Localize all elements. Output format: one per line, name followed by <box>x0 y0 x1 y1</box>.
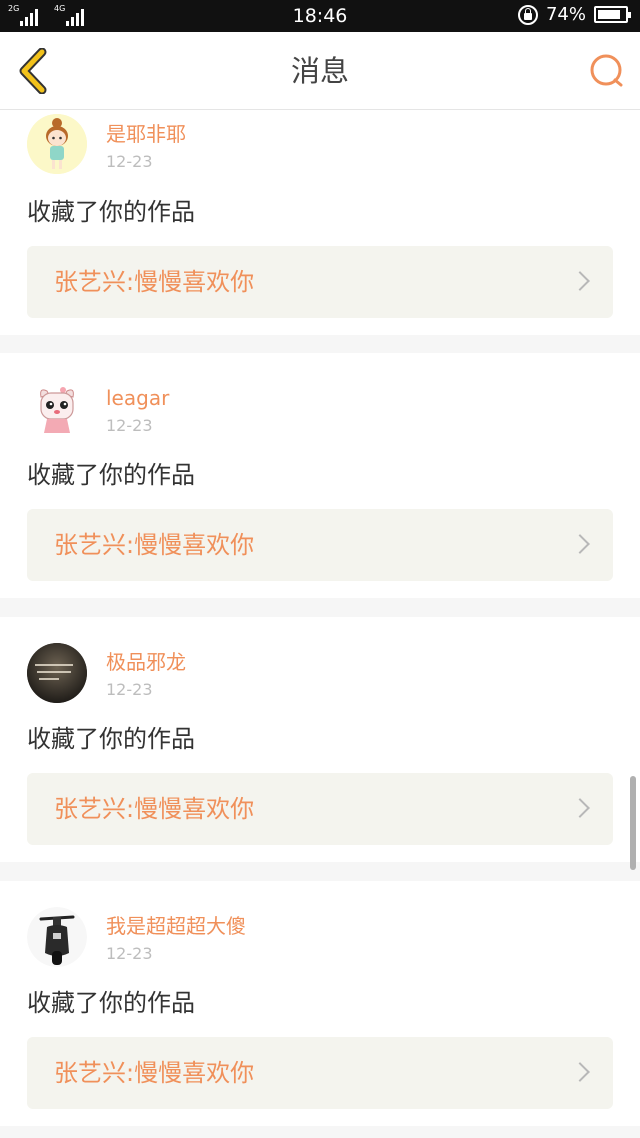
status-bar: 2G 4G 18:46 74% <box>0 0 640 32</box>
action-text: 收藏了你的作品 <box>27 725 195 753</box>
avatar-girl-image <box>27 114 87 174</box>
message-card: 极品邪龙 12-23 收藏了你的作品 张艺兴:慢慢喜欢你 <box>0 617 640 862</box>
message-date: 12-23 <box>106 416 153 435</box>
work-title: 张艺兴:慢慢喜欢你 <box>54 1059 255 1087</box>
username[interactable]: 是耶非耶 <box>106 121 186 147</box>
avatar[interactable] <box>27 379 87 439</box>
battery-icon <box>594 6 631 23</box>
app-header: 消息 <box>0 32 640 110</box>
chevron-left-icon <box>19 47 47 95</box>
search-button[interactable] <box>588 52 626 90</box>
work-title: 张艺兴:慢慢喜欢你 <box>54 795 255 823</box>
action-text: 收藏了你的作品 <box>27 198 195 226</box>
search-icon <box>590 54 623 87</box>
message-date: 12-23 <box>106 944 153 963</box>
message-card: 我是超超超大傻 12-23 收藏了你的作品 张艺兴:慢慢喜欢你 <box>0 881 640 1126</box>
chevron-right-icon <box>570 1062 590 1082</box>
avatar-cartoon-image <box>27 379 87 439</box>
work-title: 张艺兴:慢慢喜欢你 <box>54 268 255 296</box>
chevron-right-icon <box>570 798 590 818</box>
username[interactable]: leagar <box>106 385 169 411</box>
rotation-lock-icon <box>517 4 538 25</box>
page-title: 消息 <box>290 54 349 88</box>
username[interactable]: 极品邪龙 <box>106 649 186 675</box>
message-card: leagar 12-23 收藏了你的作品 张艺兴:慢慢喜欢你 <box>0 353 640 598</box>
message-feed[interactable]: 是耶非耶 12-23 收藏了你的作品 张艺兴:慢慢喜欢你 leagar 12-2… <box>0 110 640 1138</box>
action-text: 收藏了你的作品 <box>27 461 195 489</box>
action-text: 收藏了你的作品 <box>27 989 195 1017</box>
avatar-photo-image <box>27 643 87 703</box>
work-link[interactable]: 张艺兴:慢慢喜欢你 <box>27 509 613 581</box>
work-link[interactable]: 张艺兴:慢慢喜欢你 <box>27 246 613 318</box>
work-link[interactable]: 张艺兴:慢慢喜欢你 <box>27 1037 613 1109</box>
back-button[interactable] <box>14 47 54 95</box>
avatar[interactable] <box>27 907 87 967</box>
username[interactable]: 我是超超超大傻 <box>106 913 246 939</box>
chevron-right-icon <box>570 534 590 554</box>
avatar[interactable] <box>27 643 87 703</box>
work-title: 张艺兴:慢慢喜欢你 <box>54 531 255 559</box>
work-link[interactable]: 张艺兴:慢慢喜欢你 <box>27 773 613 845</box>
scrollbar[interactable] <box>630 776 636 870</box>
chevron-right-icon <box>570 271 590 291</box>
battery-percent: 74% <box>545 4 586 25</box>
message-date: 12-23 <box>106 680 153 699</box>
message-card: 是耶非耶 12-23 收藏了你的作品 张艺兴:慢慢喜欢你 <box>0 110 640 335</box>
avatar[interactable] <box>27 114 87 174</box>
message-date: 12-23 <box>106 152 153 171</box>
avatar-scooter-image <box>27 907 87 967</box>
